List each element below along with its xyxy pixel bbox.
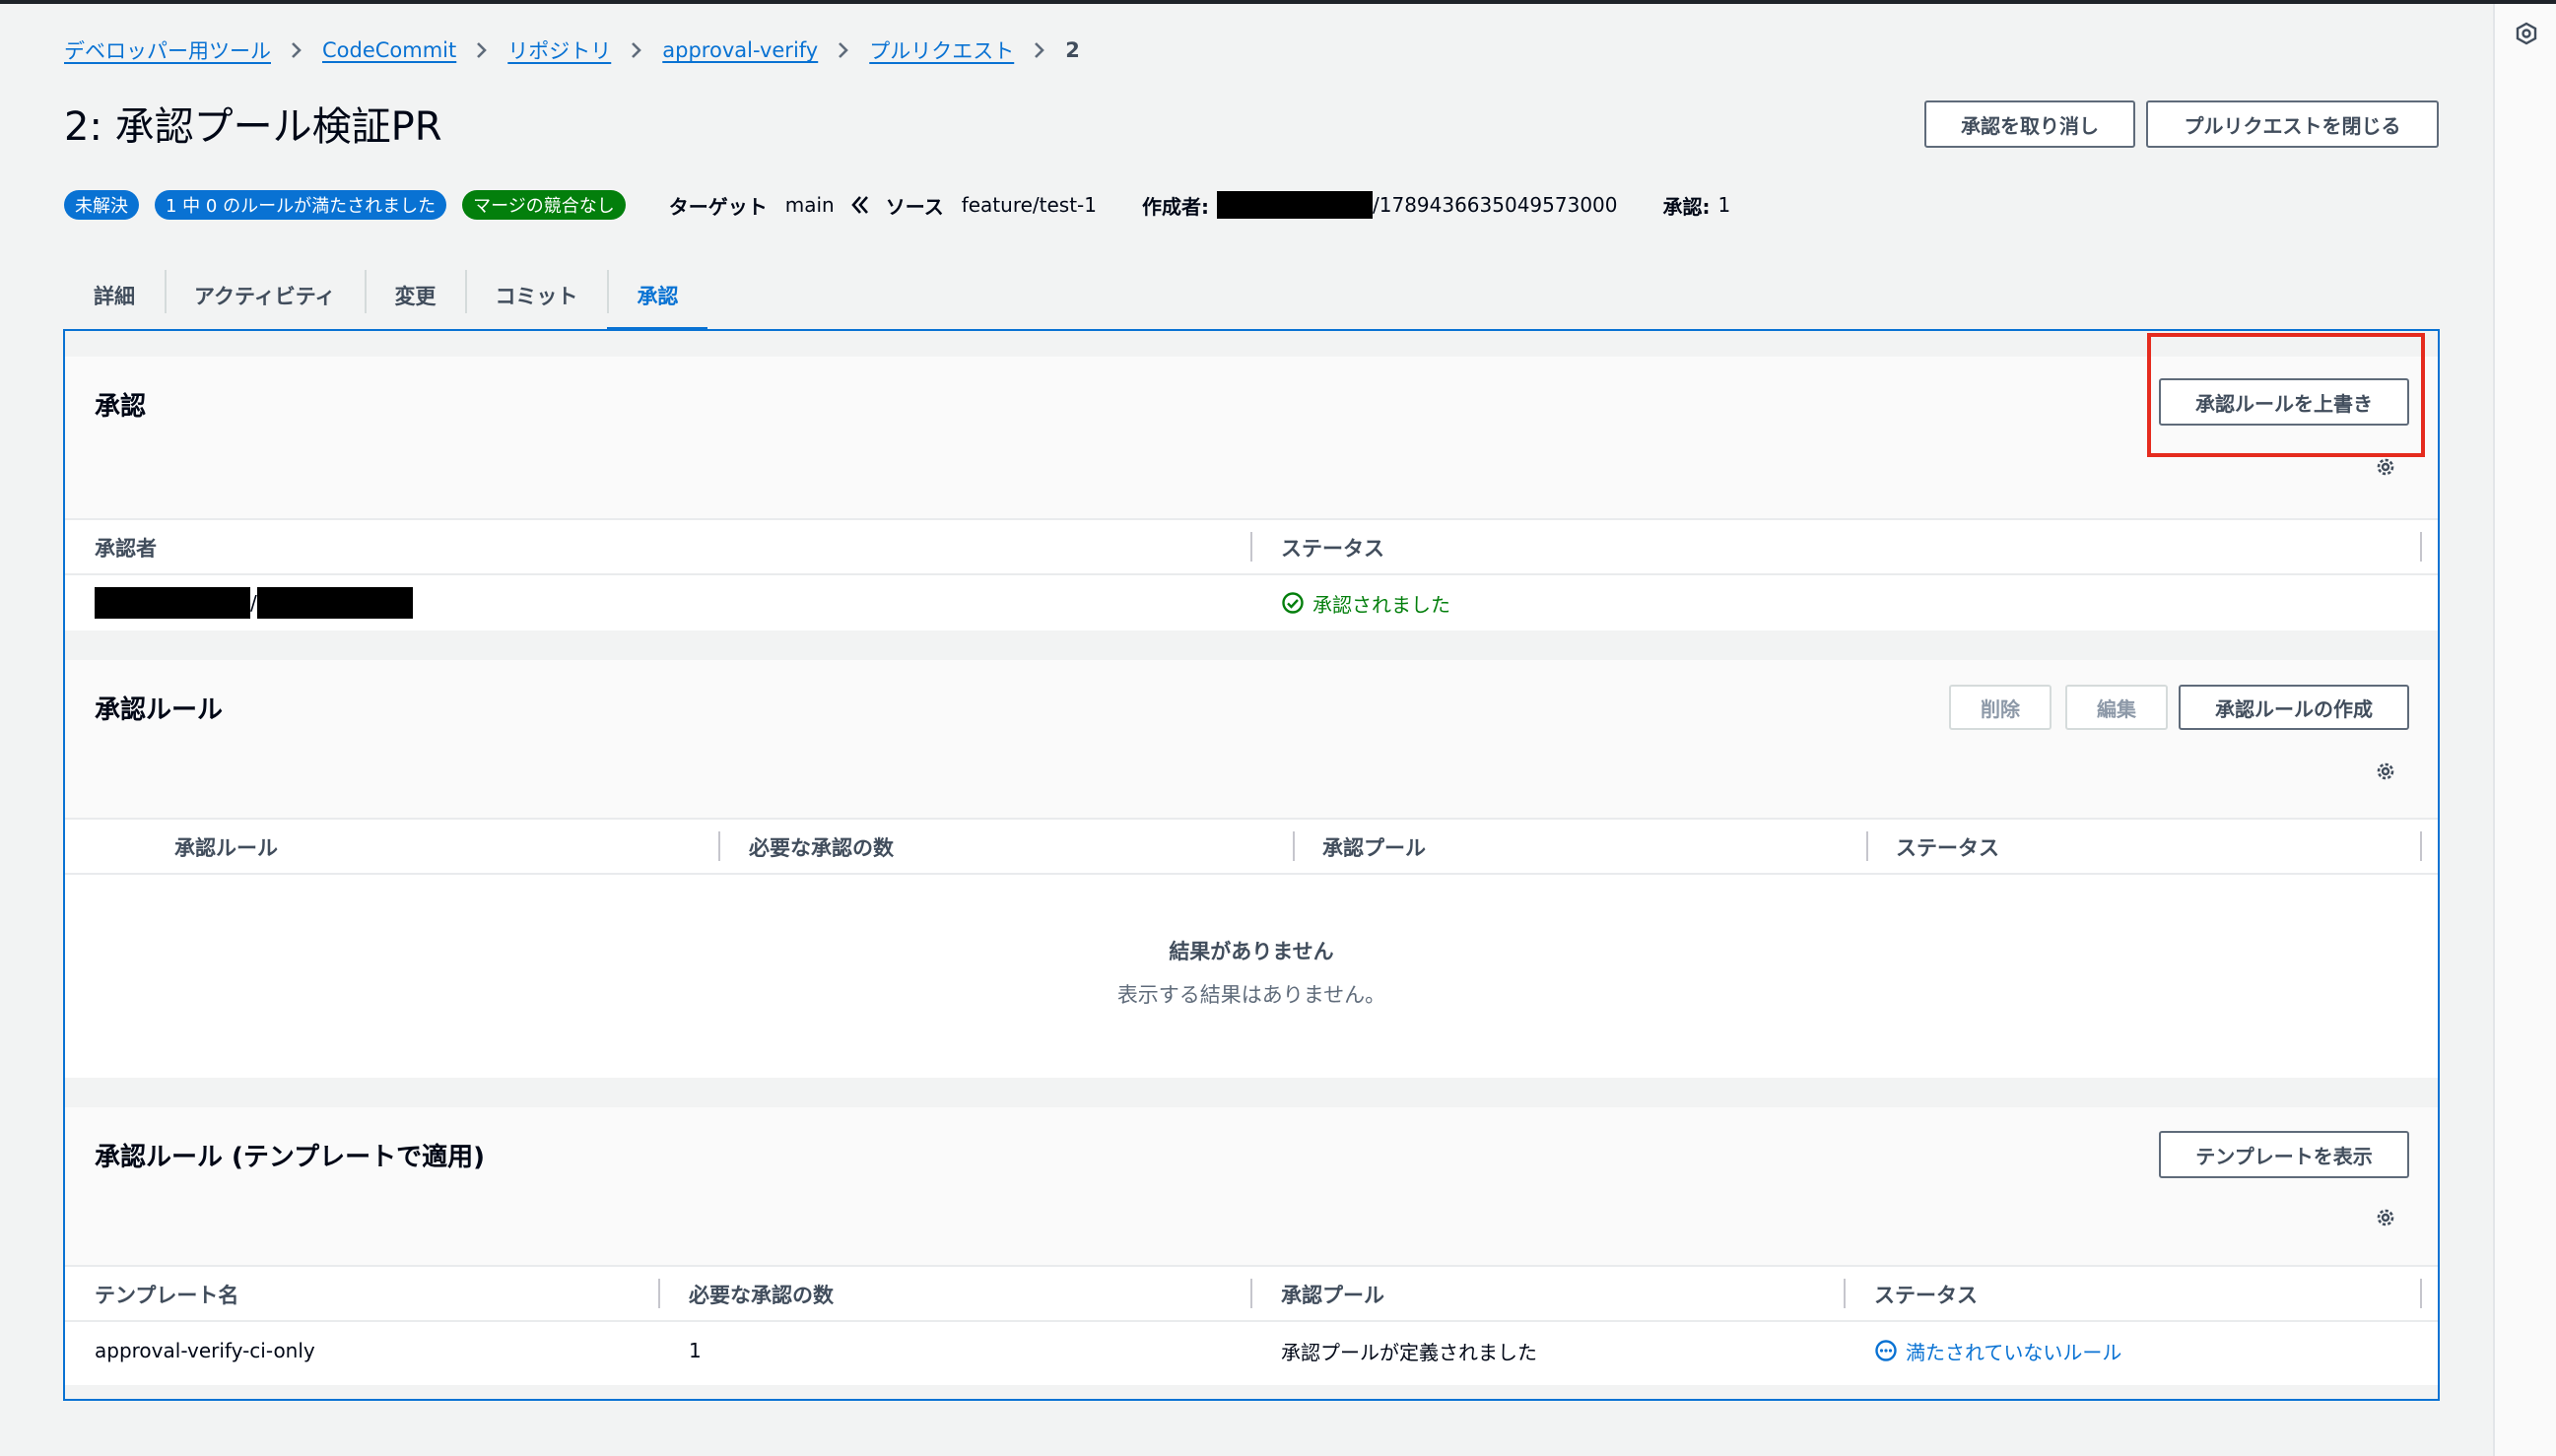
close-pull-request-button[interactable]: プルリクエストを閉じる — [2146, 100, 2439, 148]
column-header-approval-pool[interactable]: 承認プール — [1322, 820, 1426, 875]
approval-rules-section-title: 承認ルール — [95, 695, 224, 725]
column-header-approver[interactable]: 承認者 — [95, 520, 157, 575]
author-label: 作成者: — [1142, 194, 1209, 219]
column-divider — [658, 1279, 660, 1308]
chevron-right-icon — [837, 39, 850, 61]
approvals-section-header — [65, 357, 2438, 518]
approval-rules-section-header — [65, 660, 2438, 818]
tab-changes[interactable]: 変更 — [365, 260, 465, 331]
revoke-approval-button[interactable]: 承認を取り消し — [1924, 100, 2135, 148]
column-header-status[interactable]: ステータス — [1896, 820, 1999, 875]
template-rules-section: 承認ルール (テンプレートで適用) テンプレートを表示 テンプレート名 必要な承… — [65, 1107, 2438, 1385]
redacted-author-name — [1217, 191, 1373, 219]
tab-commits[interactable]: コミット — [465, 260, 607, 331]
table-preferences-gear-icon[interactable] — [2374, 760, 2397, 783]
tab-approvals[interactable]: 承認 — [607, 260, 708, 331]
approval-status-text: 承認されました — [1312, 592, 1450, 617]
source-branch: feature/test-1 — [961, 193, 1097, 217]
page-title: 2: 承認プール検証PR — [64, 104, 442, 150]
breadcrumb-repository[interactable]: approval-verify — [662, 38, 818, 62]
approvals-section: 承認 承認ルールを上書き 承認者 ステータス / 承認されました — [65, 357, 2438, 630]
chevron-right-icon — [290, 39, 303, 61]
delete-rule-button[interactable]: 削除 — [1949, 685, 2052, 730]
approvals-count: 1 — [1717, 193, 1731, 217]
column-divider — [2420, 532, 2422, 562]
column-header-status[interactable]: ステータス — [1281, 520, 1384, 575]
approver-separator: / — [250, 591, 257, 615]
rules-badge: 1 中 0 のルールが満たされました — [155, 190, 447, 220]
tab-details[interactable]: 詳細 — [64, 260, 165, 331]
empty-state-title: 結果がありません — [1169, 940, 1334, 963]
section-gap — [65, 331, 2438, 357]
chevron-right-icon — [1033, 39, 1046, 61]
column-divider — [1844, 1279, 1846, 1308]
template-rules-section-title: 承認ルール (テンプレートで適用) — [95, 1143, 486, 1172]
chevron-right-icon — [630, 39, 643, 61]
breadcrumb-developer-tools[interactable]: デベロッパー用ツール — [64, 35, 271, 65]
rule-status-cell: 満たされていないルール — [1874, 1322, 2121, 1379]
column-divider — [2420, 831, 2422, 861]
breadcrumb-codecommit[interactable]: CodeCommit — [322, 38, 456, 62]
table-preferences-gear-icon[interactable] — [2374, 1206, 2397, 1229]
section-gap — [65, 1385, 2438, 1399]
chevron-right-icon — [475, 39, 489, 61]
status-success-icon — [1282, 592, 1304, 614]
source-label: ソース — [885, 194, 944, 219]
approval-status-cell: 承認されました — [1281, 575, 1450, 630]
template-name-cell: approval-verify-ci-only — [95, 1339, 315, 1362]
column-header-status[interactable]: ステータス — [1874, 1267, 1978, 1322]
edit-rule-button[interactable]: 編集 — [2065, 685, 2168, 730]
approval-pool-cell: 承認プールが定義されました — [1281, 1340, 1537, 1364]
column-divider — [1250, 1279, 1252, 1308]
annotation-highlight-box — [2147, 333, 2425, 457]
right-utility-rail — [2493, 4, 2556, 1456]
rule-status-text: 満たされていないルール — [1906, 1340, 2122, 1364]
redacted-approver-session — [256, 587, 413, 619]
column-divider — [1250, 532, 1252, 562]
author-session-id: /1789436635049573000 — [1373, 193, 1618, 217]
approval-rules-table-header: 承認ルール 必要な承認の数 承認プール ステータス — [65, 818, 2438, 875]
breadcrumb-repositories[interactable]: リポジトリ — [507, 35, 611, 65]
column-divider — [1866, 831, 1868, 861]
template-rules-table-header: テンプレート名 必要な承認の数 承認プール ステータス — [65, 1265, 2438, 1322]
breadcrumb-current: 2 — [1065, 38, 1080, 62]
create-approval-rule-button[interactable]: 承認ルールの作成 — [2179, 685, 2409, 730]
tab-bar: 詳細 アクティビティ 変更 コミット 承認 — [64, 260, 708, 331]
column-header-rule[interactable]: 承認ルール — [174, 820, 278, 875]
column-divider — [2420, 1279, 2422, 1308]
double-chevron-left-icon — [848, 193, 872, 217]
empty-state-description: 表示する結果はありません。 — [1116, 983, 1386, 1007]
pull-request-meta: 未解決 1 中 0 のルールが満たされました マージの競合なし ターゲット ma… — [64, 190, 1730, 220]
approval-rules-section: 承認ルール 削除 編集 承認ルールの作成 承認ルール 必要な承認の数 承認プール… — [65, 660, 2438, 1078]
tab-activity[interactable]: アクティビティ — [165, 260, 365, 331]
status-badge: 未解決 — [64, 190, 139, 220]
merge-conflict-badge: マージの競合なし — [462, 190, 626, 220]
column-header-required-approvals[interactable]: 必要な承認の数 — [689, 1267, 834, 1322]
column-divider — [718, 831, 720, 861]
breadcrumb: デベロッパー用ツール CodeCommit リポジトリ approval-ver… — [64, 35, 1080, 65]
approvals-panel: 承認 承認ルールを上書き 承認者 ステータス / 承認されました 承認ルール 削… — [63, 329, 2440, 1401]
target-branch: main — [784, 193, 835, 217]
table-preferences-gear-icon[interactable] — [2374, 455, 2397, 479]
breadcrumb-pull-requests[interactable]: プルリクエスト — [869, 35, 1014, 65]
redacted-approver-role — [95, 587, 250, 619]
column-header-approval-pool[interactable]: 承認プール — [1281, 1267, 1384, 1322]
status-pending-icon — [1875, 1340, 1897, 1361]
column-divider — [1293, 831, 1295, 861]
template-rules-section-header — [65, 1107, 2438, 1265]
column-header-required-approvals[interactable]: 必要な承認の数 — [749, 820, 894, 875]
column-header-template-name[interactable]: テンプレート名 — [95, 1267, 238, 1322]
approvals-section-title: 承認 — [95, 392, 147, 422]
section-gap — [65, 630, 2438, 660]
settings-hex-icon[interactable] — [2515, 22, 2538, 45]
required-approvals-cell: 1 — [689, 1339, 702, 1362]
approvals-label: 承認: — [1662, 194, 1711, 219]
view-template-button[interactable]: テンプレートを表示 — [2159, 1131, 2409, 1178]
section-gap — [65, 1078, 2438, 1107]
target-label: ターゲット — [668, 194, 768, 219]
approvals-table-header: 承認者 ステータス — [65, 518, 2438, 575]
approver-cell: / — [95, 575, 413, 630]
